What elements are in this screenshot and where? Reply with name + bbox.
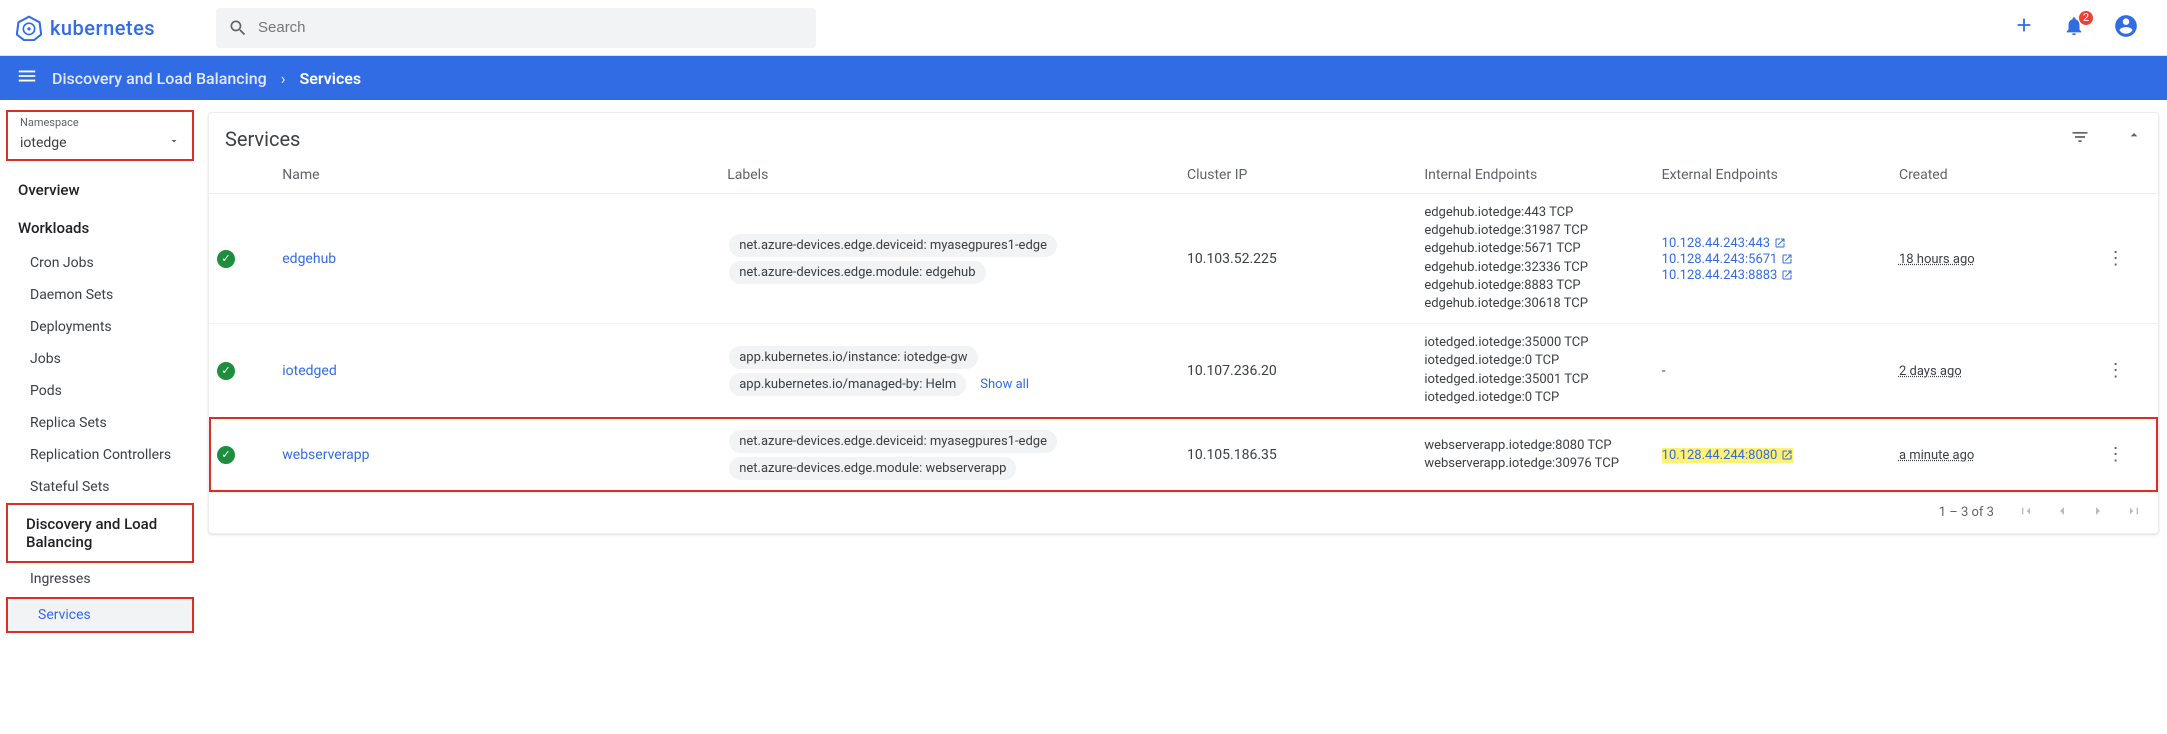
internal-endpoint: iotedged.iotedge:35001 TCP bbox=[1424, 371, 1645, 389]
filter-icon[interactable] bbox=[2070, 127, 2090, 151]
sidebar-item-ingresses[interactable]: Ingresses bbox=[0, 563, 200, 595]
sidebar-item-cron-jobs[interactable]: Cron Jobs bbox=[0, 247, 200, 279]
sidebar-workloads[interactable]: Workloads bbox=[0, 209, 200, 247]
main-content: Services Name bbox=[200, 100, 2167, 655]
status-ok-icon: ✓ bbox=[217, 250, 235, 268]
row-menu-button[interactable]: ⋮ bbox=[2107, 360, 2125, 381]
notifications-button[interactable]: 2 bbox=[2063, 15, 2085, 41]
sidebar-item-replica-sets[interactable]: Replica Sets bbox=[0, 407, 200, 439]
internal-endpoint: iotedged.iotedge:0 TCP bbox=[1424, 352, 1645, 370]
col-labels[interactable]: Labels bbox=[719, 157, 1179, 194]
cluster-ip: 10.103.52.225 bbox=[1179, 194, 1416, 324]
kubernetes-logo-icon bbox=[16, 15, 42, 41]
service-row-iotedged: ✓ iotedged app.kubernetes.io/instance: iot… bbox=[209, 324, 2158, 418]
pager-prev[interactable] bbox=[2054, 503, 2070, 523]
col-iep[interactable]: Internal Endpoints bbox=[1416, 157, 1653, 194]
col-created[interactable]: Created bbox=[1891, 157, 2099, 194]
brand-text: kubernetes bbox=[50, 16, 155, 40]
label-chip: net.azure-devices.edge.module: webserver… bbox=[729, 457, 1016, 480]
topbar-actions: 2 bbox=[2013, 13, 2151, 43]
pager-next[interactable] bbox=[2090, 503, 2106, 523]
create-button[interactable] bbox=[2013, 14, 2035, 42]
sidebar-item-deployments[interactable]: Deployments bbox=[0, 311, 200, 343]
label-chip: net.azure-devices.edge.deviceid: myasegp… bbox=[729, 430, 1057, 453]
pager-range: 1 – 3 of 3 bbox=[1939, 505, 1994, 520]
label-chip: net.azure-devices.edge.deviceid: myasegp… bbox=[729, 234, 1057, 257]
created-time: 18 hours ago bbox=[1899, 252, 1975, 267]
sidebar-item-pods[interactable]: Pods bbox=[0, 375, 200, 407]
external-endpoint-link[interactable]: 10.128.44.243:8883 bbox=[1662, 268, 1794, 283]
topbar: kubernetes 2 bbox=[0, 0, 2167, 56]
cluster-ip: 10.107.236.20 bbox=[1179, 324, 1416, 418]
label-chip: app.kubernetes.io/instance: iotedge-gw bbox=[729, 346, 977, 369]
pager: 1 – 3 of 3 bbox=[209, 493, 2158, 533]
internal-endpoint: edgehub.iotedge:30618 TCP bbox=[1424, 295, 1645, 313]
internal-endpoint: edgehub.iotedge:32336 TCP bbox=[1424, 259, 1645, 277]
internal-endpoint: webserverapp.iotedge:30976 TCP bbox=[1424, 455, 1645, 473]
chevron-down-icon bbox=[168, 135, 180, 151]
account-button[interactable] bbox=[2113, 13, 2139, 43]
service-row-edgehub: ✓ edgehub net.azure-devices.edge.deviceid:… bbox=[209, 194, 2158, 324]
notifications-count: 2 bbox=[2079, 11, 2093, 25]
label-chip: net.azure-devices.edge.module: edgehub bbox=[729, 261, 985, 284]
internal-endpoint: edgehub.iotedge:5671 TCP bbox=[1424, 240, 1645, 258]
pager-first[interactable] bbox=[2018, 503, 2034, 523]
search-box[interactable] bbox=[216, 8, 816, 48]
service-row-webserverapp: ✓ webserverapp net.azure-devices.edge.devi… bbox=[209, 417, 2158, 492]
created-time: 2 days ago bbox=[1899, 364, 1962, 379]
sidebar-item-daemon-sets[interactable]: Daemon Sets bbox=[0, 279, 200, 311]
sidebar-item-stateful-sets[interactable]: Stateful Sets bbox=[0, 471, 200, 503]
col-name[interactable]: Name bbox=[274, 157, 719, 194]
internal-endpoint: edgehub.iotedge:31987 TCP bbox=[1424, 222, 1645, 240]
breadcrumb-page: Services bbox=[300, 69, 362, 88]
search-icon bbox=[228, 18, 248, 38]
pager-last[interactable] bbox=[2126, 503, 2142, 523]
service-link[interactable]: iotedged bbox=[282, 363, 336, 379]
show-all-labels[interactable]: Show all bbox=[980, 377, 1029, 392]
collapse-icon[interactable] bbox=[2126, 127, 2142, 151]
services-card: Services Name bbox=[208, 112, 2159, 534]
internal-endpoint: edgehub.iotedge:443 TCP bbox=[1424, 204, 1645, 222]
col-cip[interactable]: Cluster IP bbox=[1179, 157, 1416, 194]
cluster-ip: 10.105.186.35 bbox=[1179, 417, 1416, 492]
label-chip: app.kubernetes.io/managed-by: Helm bbox=[729, 373, 966, 396]
external-endpoint-link[interactable]: 10.128.44.244:8080 bbox=[1662, 448, 1794, 463]
service-link[interactable]: edgehub bbox=[282, 251, 336, 267]
service-link[interactable]: webserverapp bbox=[282, 447, 369, 463]
sidebar-overview[interactable]: Overview bbox=[0, 171, 200, 209]
card-title: Services bbox=[225, 127, 2070, 151]
created-time: a minute ago bbox=[1899, 448, 1974, 463]
external-endpoint-none: - bbox=[1662, 363, 1666, 379]
sidebar-item-replication-controllers[interactable]: Replication Controllers bbox=[0, 439, 200, 471]
internal-endpoint: edgehub.iotedge:8883 TCP bbox=[1424, 277, 1645, 295]
external-endpoint-link[interactable]: 10.128.44.243:443 bbox=[1662, 236, 1786, 251]
status-ok-icon: ✓ bbox=[217, 362, 235, 380]
menu-icon[interactable] bbox=[16, 65, 38, 91]
internal-endpoint: webserverapp.iotedge:8080 TCP bbox=[1424, 437, 1645, 455]
internal-endpoint: iotedged.iotedge:35000 TCP bbox=[1424, 334, 1645, 352]
row-menu-button[interactable]: ⋮ bbox=[2107, 248, 2125, 269]
namespace-label: Namespace bbox=[20, 116, 180, 129]
breadcrumb: Discovery and Load Balancing › Services bbox=[0, 56, 2167, 100]
internal-endpoint: iotedged.iotedge:0 TCP bbox=[1424, 389, 1645, 407]
logo[interactable]: kubernetes bbox=[16, 15, 216, 41]
sidebar-item-services[interactable]: Services bbox=[6, 597, 194, 633]
sidebar-dlb[interactable]: Discovery and Load Balancing bbox=[6, 503, 194, 563]
row-menu-button[interactable]: ⋮ bbox=[2107, 444, 2125, 465]
status-ok-icon: ✓ bbox=[217, 446, 235, 464]
services-table: Name Labels Cluster IP Internal Endpoint… bbox=[209, 157, 2158, 493]
breadcrumb-section[interactable]: Discovery and Load Balancing bbox=[52, 69, 267, 88]
namespace-value: iotedge bbox=[20, 135, 67, 151]
search-input[interactable] bbox=[258, 19, 804, 36]
col-eep[interactable]: External Endpoints bbox=[1654, 157, 1891, 194]
sidebar-item-jobs[interactable]: Jobs bbox=[0, 343, 200, 375]
sidebar: Namespace iotedge Overview Workloads Cro… bbox=[0, 100, 200, 655]
external-endpoint-link[interactable]: 10.128.44.243:5671 bbox=[1662, 252, 1794, 267]
chevron-right-icon: › bbox=[281, 69, 286, 88]
namespace-selector[interactable]: Namespace iotedge bbox=[6, 110, 194, 161]
